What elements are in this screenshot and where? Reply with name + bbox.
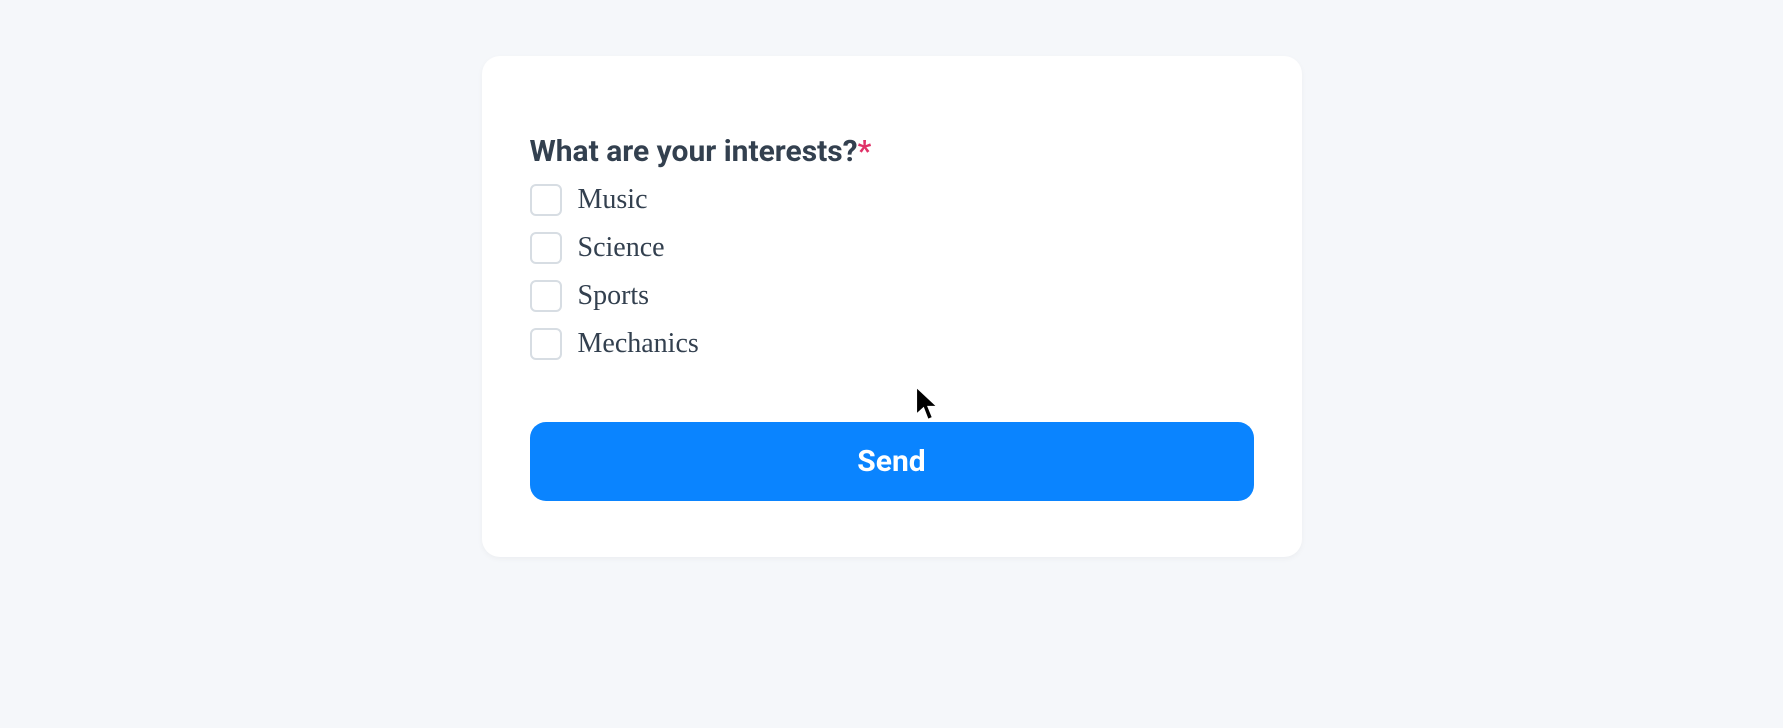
checkbox-music[interactable] [530,184,562,216]
option-label-science: Science [578,232,665,264]
question-label: What are your interests?* [530,134,1254,170]
form-card: What are your interests?* Music Science … [482,56,1302,557]
checkbox-sports[interactable] [530,280,562,312]
options-group: Music Science Sports Mechanics [530,184,1254,360]
option-science[interactable]: Science [530,232,1254,264]
checkbox-science[interactable] [530,232,562,264]
option-label-music: Music [578,184,648,216]
question-text: What are your interests? [530,134,858,169]
send-button[interactable]: Send [530,422,1254,501]
required-asterisk: * [858,134,872,169]
option-label-sports: Sports [578,280,650,312]
option-label-mechanics: Mechanics [578,328,699,360]
checkbox-mechanics[interactable] [530,328,562,360]
option-music[interactable]: Music [530,184,1254,216]
option-sports[interactable]: Sports [530,280,1254,312]
option-mechanics[interactable]: Mechanics [530,328,1254,360]
